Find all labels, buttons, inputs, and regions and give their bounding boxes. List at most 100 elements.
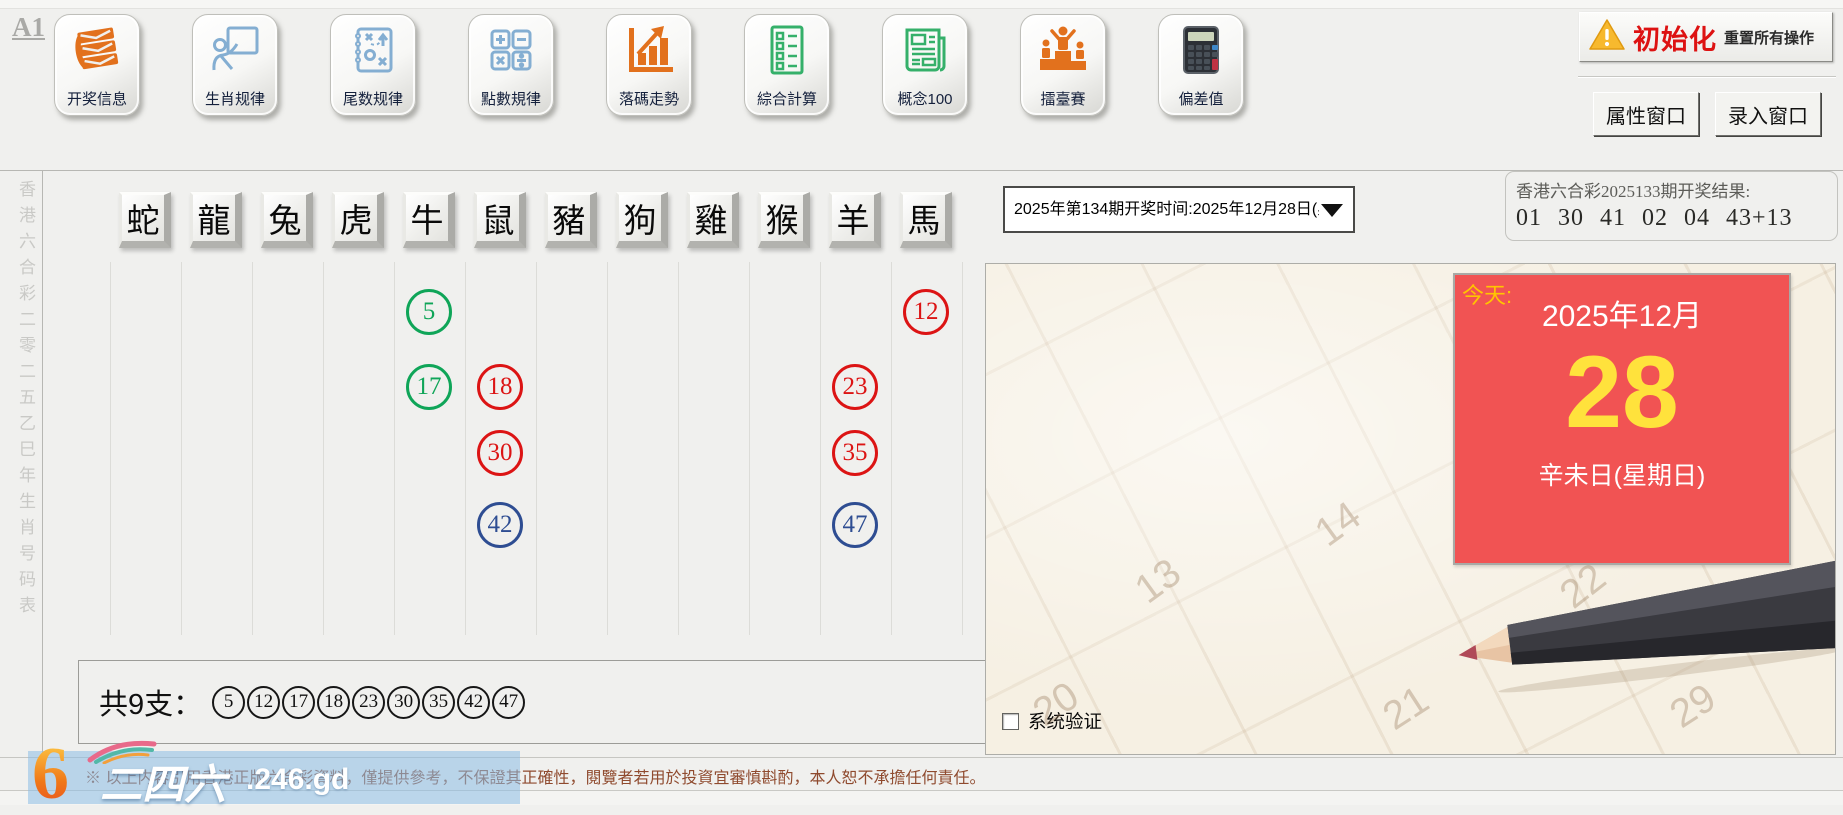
summary-number-42: 42 (457, 685, 491, 719)
toolbar-button-points-pattern[interactable]: 點數規律 (468, 14, 554, 116)
grid-column-separator (323, 262, 324, 635)
grid-column-separator (962, 262, 963, 635)
system-verify-checkbox[interactable] (1002, 712, 1019, 730)
toolbar-button-tail-pattern[interactable]: 尾数规律 (330, 14, 416, 116)
calendar-panel: 今天: 2025年12月 28 辛未日(星期日) 系统验证 13 14 20 21 22… (985, 263, 1836, 755)
entry-window-label: 录入窗口 (1728, 105, 1808, 128)
grid-column-separator (607, 262, 608, 635)
strategy-icon (345, 22, 401, 83)
grid-column-separator (181, 262, 182, 635)
drawn-number-30: 30 (477, 430, 523, 476)
summary-number-5: 5 (212, 685, 246, 719)
summary-number-35: 35 (422, 685, 456, 719)
calendar-day-info: 辛未日(星期日) (1538, 462, 1706, 491)
drawn-number-17: 17 (406, 364, 452, 410)
initialize-button[interactable]: 初始化 重置所有操作 (1579, 12, 1833, 62)
drawn-number-18: 18 (477, 364, 523, 410)
calendar-day: 28 (1565, 335, 1679, 449)
toolbar-button-label: 落碼走勢 (618, 91, 679, 108)
today-label: 今天: (1462, 283, 1513, 308)
toolbar-button-composite-calc[interactable]: 綜合計算 (744, 14, 830, 116)
toolbar-button-label: 偏差值 (1178, 91, 1224, 108)
toolbar-button-label: 擂臺賽 (1040, 91, 1086, 108)
summary-number-23: 23 (352, 685, 386, 719)
chart-icon (621, 22, 677, 83)
corner-label: A1 (12, 12, 45, 42)
grid-column-separator (252, 262, 253, 635)
chevron-down-icon (1321, 204, 1343, 217)
grid-column-separator (749, 262, 750, 635)
vertical-divider (42, 170, 43, 758)
zodiac-button-11[interactable]: 羊 (829, 192, 881, 248)
toolbar-button-trend[interactable]: 落碼走勢 (606, 14, 692, 116)
toolbar-button-label: 尾数规律 (342, 91, 403, 108)
zodiac-button-7[interactable]: 豬 (545, 192, 597, 248)
grid-column-separator (820, 262, 821, 635)
summary-label: 共9支： (99, 689, 203, 721)
zodiac-button-3[interactable]: 兔 (261, 192, 313, 248)
math-icon (483, 22, 539, 83)
grid-column-separator (891, 262, 892, 635)
summary-number-12: 12 (247, 685, 281, 719)
toolbar-button-label: 概念100 (897, 91, 953, 108)
today-calendar-card: 今天: 2025年12月 28 辛未日(星期日) (1453, 273, 1791, 565)
drawn-number-23: 23 (832, 364, 878, 410)
summary-numbers: 5 12 17 18 23 30 35 42 47 (212, 685, 527, 719)
watermark-digit: 6 (32, 733, 69, 815)
grid-column-separator (536, 262, 537, 635)
drawn-number-5: 5 (406, 289, 452, 335)
grid-column-separator (465, 262, 466, 635)
books-icon (69, 22, 125, 83)
window-top-strip (0, 0, 1843, 9)
zodiac-button-12[interactable]: 馬 (900, 192, 952, 248)
toolbar-button-draw-info[interactable]: 开奖信息 (54, 14, 140, 116)
podium-icon (1035, 22, 1091, 83)
vertical-title-banner: 香港六合彩二零二五乙巳年生肖号码表 (16, 180, 35, 622)
draw-result-numbers: 01 30 41 02 04 43+13 (1516, 205, 1793, 231)
watermark-domain-text: .246.gd (246, 763, 350, 796)
draw-result-title: 香港六合彩2025133期开奖结果: (1516, 182, 1751, 201)
toolbar-button-concept-100[interactable]: 概念100 (882, 14, 968, 116)
zodiac-button-9[interactable]: 雞 (687, 192, 739, 248)
pencil-image (1458, 559, 1835, 693)
calendar-faint-number: 14 (1307, 493, 1369, 555)
property-window-label: 属性窗口 (1606, 105, 1686, 128)
summary-box: 共9支： 5 12 17 18 23 30 35 42 47 (78, 660, 1022, 744)
toolbar-button-arena[interactable]: 擂臺賽 (1020, 14, 1106, 116)
property-window-button[interactable]: 属性窗口 (1593, 92, 1699, 136)
drawn-number-12: 12 (903, 289, 949, 335)
zodiac-button-8[interactable]: 狗 (616, 192, 668, 248)
drawn-number-42: 42 (477, 502, 523, 548)
drawn-number-47: 47 (832, 502, 878, 548)
zodiac-button-1[interactable]: 蛇 (119, 192, 171, 248)
entry-window-button[interactable]: 录入窗口 (1715, 92, 1821, 136)
toolbar-button-label: 綜合計算 (756, 91, 817, 108)
toolbar-button-zodiac-pattern[interactable]: 生肖规律 (192, 14, 278, 116)
newspaper-icon (897, 22, 953, 83)
checklist-icon (759, 22, 815, 83)
draw-period-value: 2025年第134期开奖时间:2025年12月28日(星期日) (1014, 201, 1319, 218)
zodiac-button-4[interactable]: 虎 (332, 192, 384, 248)
summary-number-30: 30 (387, 685, 421, 719)
grid-column-separator (394, 262, 395, 635)
summary-number-18: 18 (317, 685, 351, 719)
initialize-label: 初始化 (1633, 24, 1717, 55)
zodiac-button-10[interactable]: 猴 (758, 192, 810, 248)
calendar-faint-number: 21 (1375, 677, 1437, 739)
zodiac-button-5[interactable]: 牛 (403, 192, 455, 248)
toolbar-button-label: 生肖规律 (204, 91, 265, 108)
zodiac-button-6[interactable]: 鼠 (474, 192, 526, 248)
presenter-icon (207, 22, 263, 83)
grid-column-separator (110, 262, 111, 635)
site-watermark: 6 二四六 .246.gd (28, 737, 520, 811)
summary-number-47: 47 (492, 685, 526, 719)
summary-number-17: 17 (282, 685, 316, 719)
zodiac-button-2[interactable]: 龍 (190, 192, 242, 248)
warning-icon (1588, 18, 1626, 57)
watermark-script-text: 二四六 (100, 761, 227, 808)
calculator-icon (1173, 22, 1229, 83)
toolbar-button-deviation[interactable]: 偏差值 (1158, 14, 1244, 116)
calendar-faint-number: 29 (1662, 675, 1724, 737)
draw-period-dropdown[interactable]: 2025年第134期开奖时间:2025年12月28日(星期日) (1003, 186, 1355, 233)
drawn-number-35: 35 (832, 430, 878, 476)
